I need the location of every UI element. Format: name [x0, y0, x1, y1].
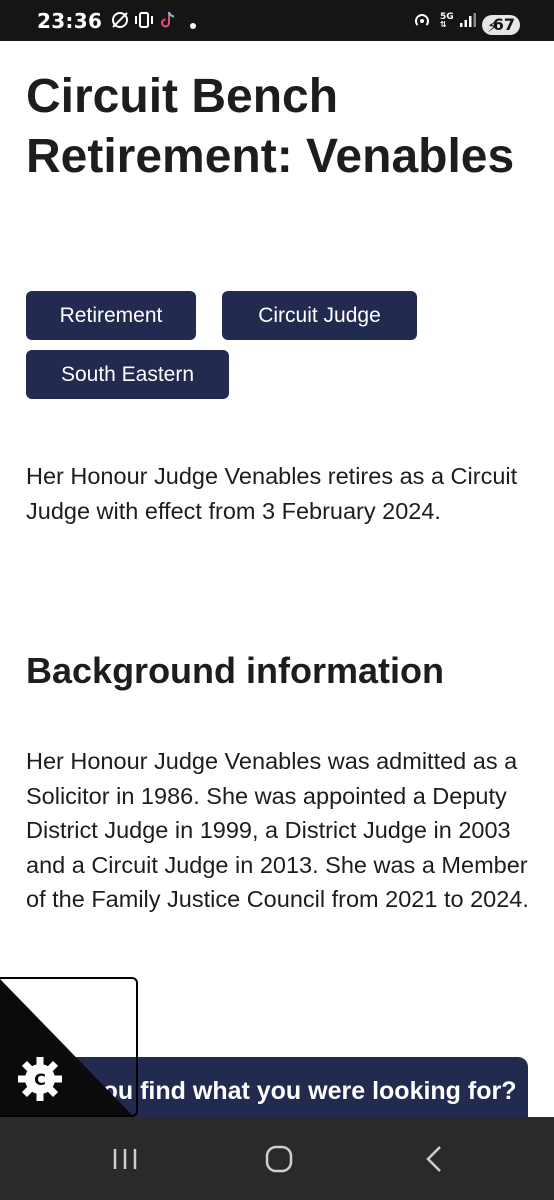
tag-south-eastern[interactable]: South Eastern: [26, 350, 229, 399]
background-heading: Background information: [26, 650, 445, 691]
cookie-settings-icon: C: [0, 979, 133, 1115]
do-not-disturb-icon: [112, 12, 128, 28]
charging-icon: ⚡: [487, 17, 499, 36]
notification-dot: [190, 23, 196, 29]
page-content: Circuit Bench Retirement: Venables Retir…: [0, 41, 554, 1117]
home-icon[interactable]: [259, 1141, 299, 1177]
page-title: Circuit Bench Retirement: Venables: [26, 70, 515, 183]
battery-indicator: ⚡ 67: [482, 15, 520, 36]
navigation-bar: [0, 1117, 554, 1200]
vibrate-icon: [135, 12, 153, 28]
network-type: 5G ⇅: [440, 12, 454, 29]
cookie-settings-button[interactable]: C: [0, 977, 138, 1117]
background-paragraph: Her Honour Judge Venables was admitted a…: [26, 748, 529, 912]
svg-text:C: C: [34, 1070, 46, 1089]
tag-circuit-judge[interactable]: Circuit Judge: [222, 291, 417, 340]
intro-paragraph: Her Honour Judge Venables retires as a C…: [26, 463, 518, 524]
back-icon[interactable]: [414, 1141, 454, 1177]
signal-icon: [460, 13, 476, 27]
tiktok-icon: [161, 11, 175, 28]
status-bar: 23:36 5G ⇅ ⚡ 67: [0, 0, 554, 41]
recents-icon[interactable]: [105, 1141, 145, 1177]
status-time: 23:36: [37, 9, 103, 33]
hotspot-icon: [415, 14, 429, 26]
tag-retirement[interactable]: Retirement: [26, 291, 196, 340]
